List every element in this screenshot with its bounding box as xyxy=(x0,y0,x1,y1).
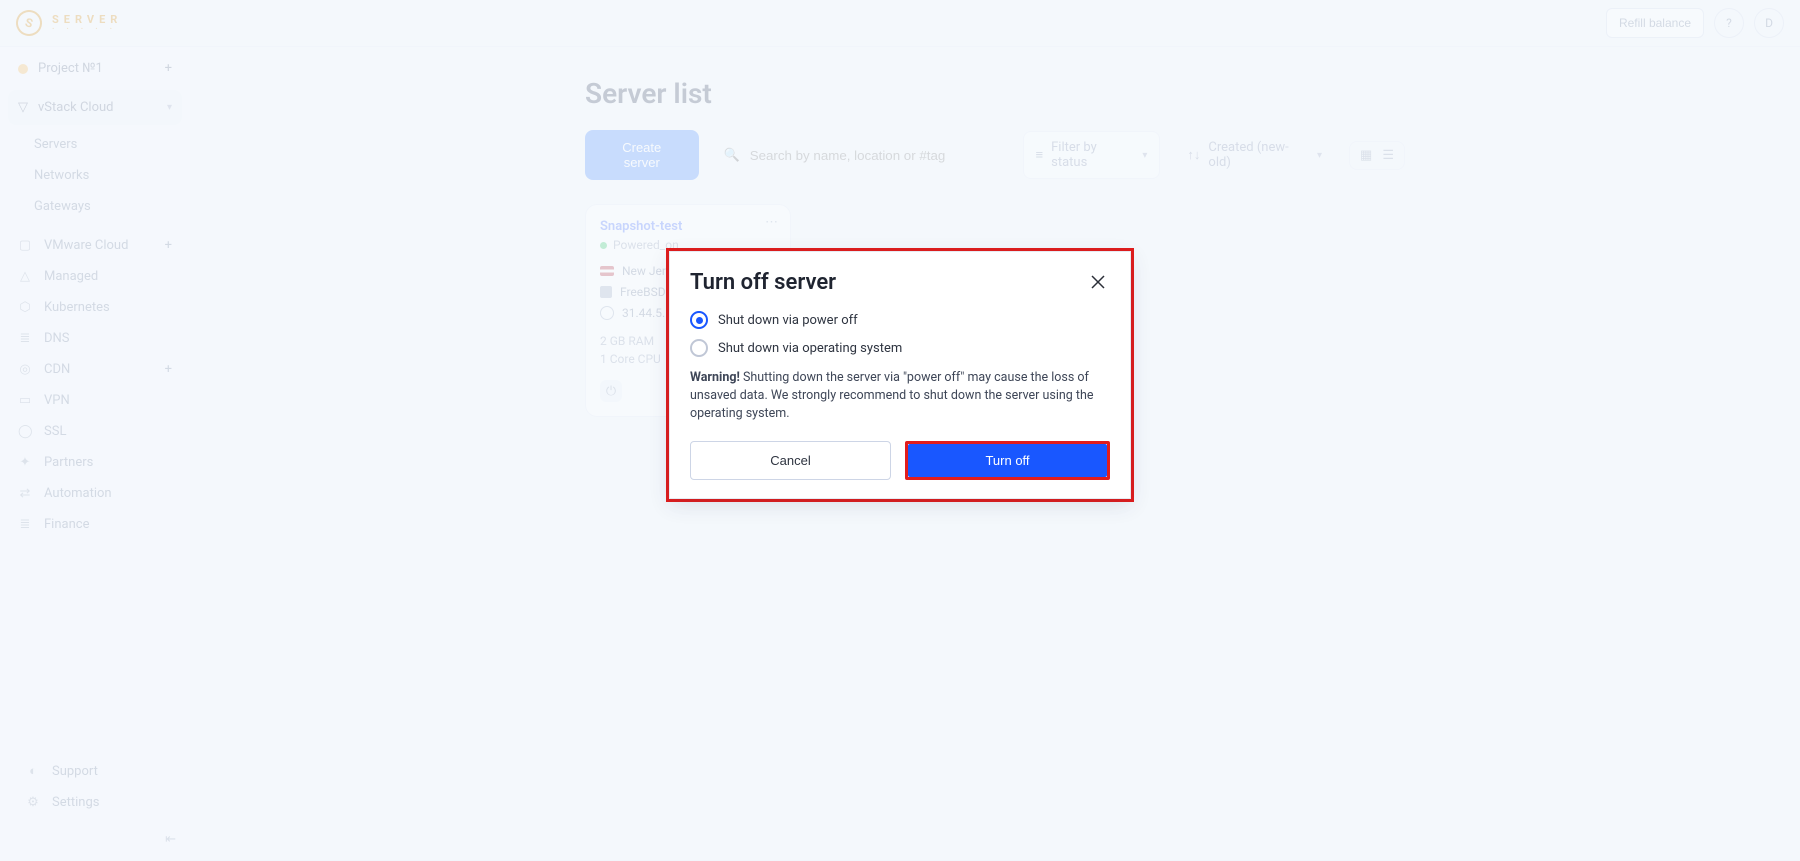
turn-off-highlight: Turn off xyxy=(905,441,1110,480)
turn-off-server-modal: Turn off server Shut down via power off … xyxy=(669,251,1131,499)
radio-unselected-icon xyxy=(690,339,708,357)
modal-highlight: Turn off server Shut down via power off … xyxy=(666,248,1134,502)
turn-off-button[interactable]: Turn off xyxy=(908,444,1107,477)
modal-title: Turn off server xyxy=(690,270,836,295)
option-power-off[interactable]: Shut down via power off xyxy=(690,311,1110,329)
cancel-button[interactable]: Cancel xyxy=(690,441,891,480)
close-icon[interactable] xyxy=(1086,270,1110,294)
modal-overlay: Turn off server Shut down via power off … xyxy=(0,0,1800,860)
radio-selected-icon xyxy=(690,311,708,329)
warning-text: Warning! Shutting down the server via "p… xyxy=(690,369,1110,423)
option-os-shutdown[interactable]: Shut down via operating system xyxy=(690,339,1110,357)
